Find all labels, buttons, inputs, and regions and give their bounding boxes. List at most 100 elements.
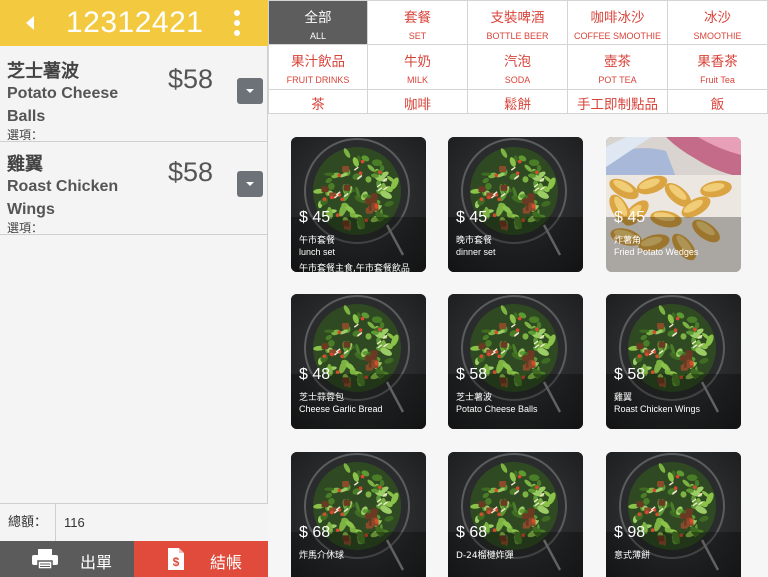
product-name-en: dinner set — [456, 247, 496, 257]
total-value: 116 — [64, 515, 85, 530]
category-tab[interactable]: 咖啡 — [368, 90, 468, 114]
product-price: $ 45 — [614, 209, 646, 226]
order-item[interactable]: 芝士薯波 Potato Cheese Balls 選項： $58 — [0, 50, 268, 142]
order-item-name-zh: 芝士薯波 — [7, 61, 79, 82]
product-card[interactable]: $ 98 意式薄餅 — [606, 452, 741, 577]
product-name-en: Cheese Garlic Bread — [299, 404, 383, 414]
category-tab[interactable]: 飯 — [668, 90, 768, 114]
category-tab-label-zh: 鬆餅 — [504, 97, 531, 113]
category-tab[interactable]: 冰沙 SMOOTHIE — [668, 0, 768, 45]
category-tab-label-zh: 套餐 — [404, 10, 431, 26]
category-tab-label-zh: 支裝啤酒 — [490, 10, 545, 26]
product-name-en: Fried Potato Wedges — [614, 247, 699, 257]
category-tab[interactable]: 鬆餅 — [468, 90, 568, 114]
product-price: $ 48 — [299, 366, 331, 383]
dollar-document-icon: $ — [168, 548, 184, 570]
category-tab-label-en: SET — [408, 31, 427, 41]
category-tab-label-zh: 汽泡 — [504, 54, 531, 70]
category-tab-label-en: BOTTLE BEER — [486, 31, 549, 41]
category-tab-label-zh: 咖啡冰沙 — [590, 10, 645, 26]
product-name-zh: 晚市套餐 — [456, 236, 493, 246]
category-tab-label-en: SMOOTHIE — [693, 31, 742, 41]
more-menu-button[interactable] — [229, 10, 245, 36]
category-tab[interactable]: 全部 ALL — [268, 0, 368, 45]
category-tab-label-en: COFFEE SMOOTHIE — [573, 31, 661, 41]
order-item-dropdown-button[interactable] — [237, 78, 263, 104]
product-name-zh: 雞翼 — [614, 393, 633, 403]
category-tab[interactable]: 咖啡冰沙 COFFEE SMOOTHIE — [568, 0, 668, 45]
product-card[interactable]: $ 68 炸馬介休球 — [291, 452, 426, 577]
product-card[interactable]: $ 45 午市套餐 lunch set 午市套餐主食,午市套餐飲品 — [291, 137, 426, 272]
category-tab-label-zh: 果汁飲品 — [291, 54, 345, 70]
checkout-button-label: 結帳 — [210, 553, 243, 572]
category-tab-label-en: SODA — [504, 75, 531, 85]
category-tab-label-zh: 果香茶 — [697, 54, 738, 70]
order-item-dropdown-button[interactable] — [237, 171, 263, 197]
product-name-zh: 炸薯角 — [614, 236, 642, 246]
category-tab[interactable]: 牛奶 MILK — [368, 45, 468, 90]
product-name-zh: D-24榴槤炸彈 — [456, 551, 514, 561]
product-card[interactable]: $ 68 D-24榴槤炸彈 — [448, 452, 583, 577]
product-name-zh: 意式薄餅 — [614, 551, 651, 561]
product-card[interactable]: $ 45 炸薯角 Fried Potato Wedges — [606, 137, 741, 272]
back-button[interactable] — [22, 13, 42, 33]
product-name-zh: 午市套餐 — [299, 236, 336, 246]
order-item-options-label: 選項： — [7, 128, 44, 142]
print-button[interactable]: 出單 — [0, 541, 134, 577]
printer-icon — [32, 549, 58, 569]
category-tab[interactable]: 汽泡 SODA — [468, 45, 568, 90]
order-item-name-en: Potato Cheese Balls — [7, 85, 119, 125]
category-tab-label-en: MILK — [406, 75, 428, 85]
category-tab-label-zh: 飯 — [710, 97, 725, 113]
category-tab[interactable]: 套餐 SET — [368, 0, 468, 45]
order-number: 12312421 — [66, 6, 204, 39]
product-price: $ 45 — [299, 209, 331, 226]
product-name-zh: 芝士蒜蓉包 — [299, 393, 345, 403]
category-tab-label-zh: 全部 — [304, 10, 332, 26]
product-name-zh: 炸馬介休球 — [299, 551, 345, 561]
order-item-price: $58 — [168, 64, 214, 94]
order-item-options-label: 選項： — [7, 221, 44, 235]
category-tab-label-en: POT TEA — [598, 75, 637, 85]
category-tab-label-zh: 咖啡 — [404, 97, 431, 113]
product-name-zh: 芝士薯波 — [456, 393, 493, 403]
category-tab[interactable]: 果汁飲品 FRUIT DRINKS — [268, 45, 368, 90]
product-card[interactable]: $ 58 芝士薯波 Potato Cheese Balls — [448, 294, 583, 429]
category-tab-label-en: FRUIT DRINKS — [286, 75, 350, 85]
category-tab-label-zh: 手工即制點品 — [577, 97, 658, 113]
order-item[interactable]: 雞翼 Roast Chicken Wings 選項： $58 — [0, 143, 268, 235]
product-card[interactable]: $ 58 雞翼 Roast Chicken Wings — [606, 294, 741, 429]
order-header: 12312421 — [0, 0, 268, 46]
print-button-label: 出單 — [80, 553, 113, 572]
product-included-items: 午市套餐主食,午市套餐飲品 — [299, 264, 410, 272]
kebab-menu-icon — [234, 10, 240, 16]
product-name-en: lunch set — [299, 247, 336, 257]
category-grid: 全部 ALL 套餐 SET 支裝啤酒 BOTTLE BEER 咖啡冰沙 COFFEE SMOO… — [268, 0, 768, 114]
product-price: $ 45 — [456, 209, 488, 226]
product-price: $ 68 — [299, 524, 331, 541]
category-tab[interactable]: 壺茶 POT TEA — [568, 45, 668, 90]
product-card[interactable]: $ 48 芝士蒜蓉包 Cheese Garlic Bread — [291, 294, 426, 429]
total-row: 總額： 116 — [0, 503, 268, 542]
kebab-dot — [234, 30, 240, 36]
category-tab-label-en: Fruit Tea — [700, 75, 735, 85]
category-tab[interactable]: 手工即制點品 — [568, 90, 668, 114]
product-name-en: Potato Cheese Balls — [456, 404, 538, 414]
kebab-dot — [234, 20, 240, 26]
category-tab-label-zh: 茶 — [311, 97, 325, 113]
order-item-name-en: Roast Chicken Wings — [7, 178, 119, 218]
order-panel: 12312421 芝士薯波 Potato Cheese Balls 選項： $5… — [0, 0, 268, 577]
product-price: $ 58 — [456, 366, 488, 383]
product-grid: $ 45 午市套餐 lunch set 午市套餐主食,午市套餐飲品 $ 45 晚市套餐 di… — [268, 114, 768, 577]
checkout-button[interactable]: $ 結帳 — [134, 541, 268, 577]
product-price: $ 98 — [614, 524, 646, 541]
category-tab[interactable]: 果香茶 Fruit Tea — [668, 45, 768, 90]
product-price: $ 68 — [456, 524, 488, 541]
category-tab[interactable]: 茶 — [268, 90, 368, 114]
category-tab-label-zh: 冰沙 — [704, 10, 731, 26]
category-tab[interactable]: 支裝啤酒 BOTTLE BEER — [468, 0, 568, 45]
svg-text:$: $ — [173, 555, 180, 569]
category-tab-label-zh: 壺茶 — [604, 54, 631, 70]
product-card[interactable]: $ 45 晚市套餐 dinner set — [448, 137, 583, 272]
category-tab-label-en: ALL — [309, 31, 326, 41]
